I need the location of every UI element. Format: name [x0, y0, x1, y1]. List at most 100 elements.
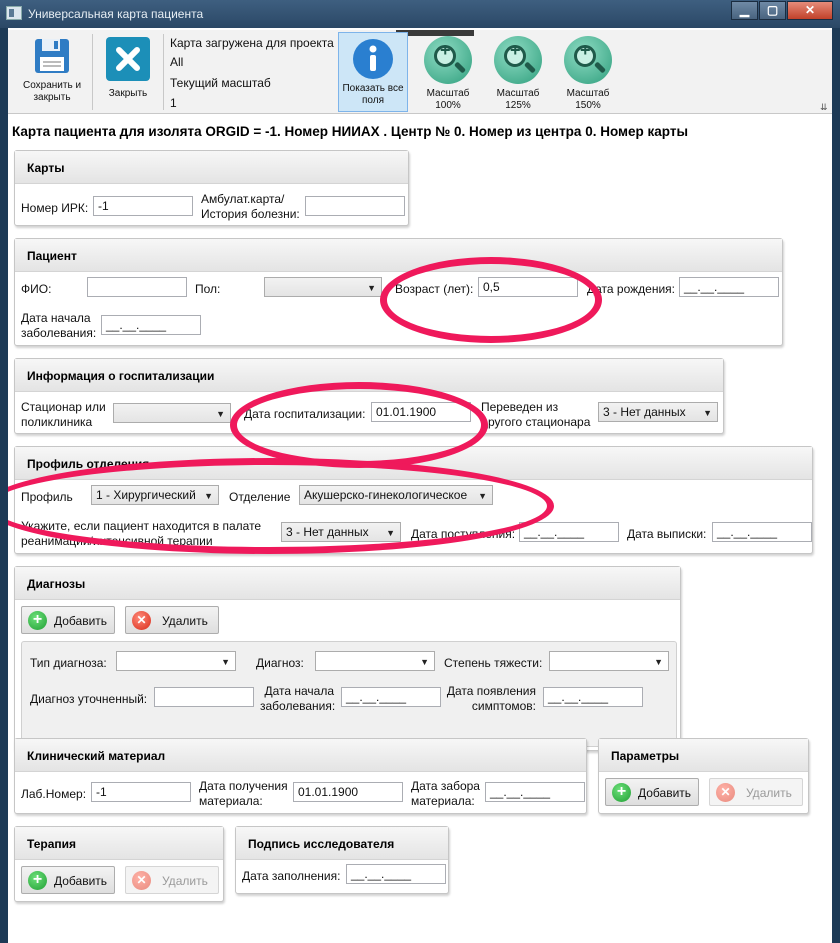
department-panel: Профиль отделения Профиль 1 - Хирургичес… — [14, 446, 813, 554]
diagnosis-label: Диагноз: — [256, 656, 304, 670]
add-therapy-button[interactable]: + Добавить — [21, 866, 115, 894]
zoom-100-button[interactable]: Масштаб 100% — [416, 36, 480, 112]
project-name: All — [170, 55, 184, 69]
delete-x-icon: ✕ — [132, 871, 151, 890]
ribbon-separator — [163, 34, 164, 110]
add-diagnosis-button[interactable]: + Добавить — [21, 606, 115, 634]
chevron-down-icon: ▼ — [367, 283, 376, 293]
minimize-button[interactable]: ▁ — [731, 1, 758, 20]
icu-select[interactable]: 3 - Нет данных ▼ — [281, 522, 401, 542]
zoom-150-button[interactable]: Масштаб 150% — [556, 36, 620, 112]
transfer-select[interactable]: 3 - Нет данных ▼ — [598, 402, 718, 422]
save-close-button[interactable]: Сохранить и закрыть — [16, 36, 88, 104]
delete-x-icon: ✕ — [716, 783, 735, 802]
sex-label: Пол: — [195, 282, 221, 296]
chevron-down-icon: ▼ — [204, 491, 213, 501]
signature-panel-title: Подпись исследователя — [236, 827, 448, 860]
diagnosis-details: Тип диагноза: ▼ Диагноз: ▼ Степень тяжес… — [21, 641, 677, 747]
zoom-125-button[interactable]: Масштаб 125% — [486, 36, 550, 112]
sex-select[interactable]: ▼ — [264, 277, 382, 297]
patient-panel-title: Пациент — [15, 239, 782, 272]
delete-diagnosis-button[interactable]: ✕ Удалить — [125, 606, 219, 634]
stac-select[interactable]: ▼ — [113, 403, 231, 423]
age-input[interactable]: 0,5 — [478, 277, 578, 297]
scale-value: 1 — [170, 96, 177, 110]
zoom-150-label: Масштаб 150% — [566, 88, 610, 111]
symptoms-date-input[interactable]: __.__.____ — [543, 687, 643, 707]
delete-parameter-button[interactable]: ✕ Удалить — [709, 778, 803, 806]
patient-panel: Пациент ФИО: Пол: ▼ Возраст (лет): 0,5 Д… — [14, 238, 783, 346]
close-x-icon — [106, 37, 150, 81]
info-icon — [353, 39, 393, 79]
zoom-100-label: Масштаб 100% — [426, 88, 470, 111]
zoom-in-icon — [564, 36, 612, 84]
zoom-in-icon — [424, 36, 472, 84]
diagnosis-type-select[interactable]: ▼ — [116, 651, 236, 671]
admit-date-label: Дата поступления: — [411, 527, 516, 541]
receive-date-input[interactable]: 01.01.1900 — [293, 782, 403, 802]
diagnosis-type-label: Тип диагноза: — [30, 656, 107, 670]
lab-number-input[interactable]: -1 — [91, 782, 191, 802]
show-all-label: Показать все поля — [342, 83, 404, 106]
diag-onset-input[interactable]: __.__.____ — [341, 687, 441, 707]
window-client: Сохранить и закрыть Закрыть Карта загруж… — [8, 28, 832, 943]
diagnoses-panel: Диагнозы + Добавить ✕ Удалить Тип диагноза… — [14, 566, 681, 751]
stac-label: Стационар или поликлиника — [21, 400, 106, 429]
irk-number-input[interactable]: -1 — [93, 196, 193, 216]
receive-date-label: Дата получения материала: — [199, 779, 288, 808]
therapy-panel: Терапия + Добавить ✕ Удалить — [14, 826, 224, 902]
chevron-down-icon: ▼ — [703, 408, 712, 418]
onset-date-input[interactable]: __.__.____ — [101, 315, 201, 335]
severity-select[interactable]: ▼ — [549, 651, 669, 671]
ribbon-collapse-icon[interactable]: ⇊ — [820, 102, 828, 113]
chevron-down-icon: ▼ — [478, 491, 487, 501]
ambul-card-input[interactable] — [305, 196, 405, 216]
chevron-down-icon: ▼ — [216, 409, 225, 419]
fio-label: ФИО: — [21, 282, 52, 296]
cards-panel-title: Карты — [15, 151, 408, 184]
window-title: Универсальная карта пациента — [28, 7, 204, 21]
project-info: Карта загружена для проекта — [170, 36, 334, 50]
clinical-material-title: Клинический материал — [15, 739, 586, 772]
delete-therapy-button[interactable]: ✕ Удалить — [125, 866, 219, 894]
clinical-material-panel: Клинический материал Лаб.Номер: -1 Дата … — [14, 738, 587, 814]
department-select[interactable]: Акушерско-гинекологическое ▼ — [299, 485, 493, 505]
admit-date-input[interactable]: __.__.____ — [519, 522, 619, 542]
parameters-panel-title: Параметры — [599, 739, 808, 772]
save-close-label: Сохранить и закрыть — [22, 80, 82, 103]
refined-diagnosis-input[interactable] — [154, 687, 254, 707]
fill-date-input[interactable]: __.__.____ — [346, 864, 446, 884]
chevron-down-icon: ▼ — [654, 657, 663, 667]
ribbon-toolbar: Сохранить и закрыть Закрыть Карта загруж… — [8, 30, 832, 114]
lab-number-label: Лаб.Номер: — [21, 787, 87, 801]
fill-date-label: Дата заполнения: — [242, 869, 341, 883]
dob-label: Дата рождения: — [587, 282, 675, 296]
close-window-button[interactable]: ✕ — [787, 1, 833, 20]
page-title: Карта пациента для изолята ORGID = -1. Н… — [12, 124, 688, 139]
add-parameter-button[interactable]: + Добавить — [605, 778, 699, 806]
show-all-fields-button[interactable]: Показать все поля — [338, 32, 408, 112]
fio-input[interactable] — [87, 277, 187, 297]
close-card-button[interactable]: Закрыть — [98, 36, 158, 100]
signature-panel: Подпись исследователя Дата заполнения: _… — [235, 826, 449, 894]
irk-label: Номер ИРК: — [21, 201, 89, 215]
therapy-panel-title: Терапия — [15, 827, 223, 860]
chevron-down-icon: ▼ — [386, 528, 395, 538]
ribbon-separator — [92, 34, 93, 110]
dob-input[interactable]: __.__.____ — [679, 277, 779, 297]
app-icon — [6, 6, 22, 20]
symptoms-label: Дата появления симптомов: — [446, 684, 536, 713]
diagnoses-panel-title: Диагнозы — [15, 567, 680, 600]
plus-icon: + — [612, 783, 631, 802]
take-date-input[interactable]: __.__.____ — [485, 782, 585, 802]
scale-label: Текущий масштаб — [170, 76, 271, 90]
maximize-button[interactable]: ▢ — [759, 1, 786, 20]
close-card-label: Закрыть — [108, 88, 148, 99]
take-date-label: Дата забора материала: — [411, 779, 480, 808]
diagnosis-select[interactable]: ▼ — [315, 651, 435, 671]
hospitalization-panel: Информация о госпитализации Стационар ил… — [14, 358, 724, 434]
profile-select[interactable]: 1 - Хирургический ▼ — [91, 485, 219, 505]
hosp-date-input[interactable]: 01.01.1900 — [371, 402, 471, 422]
zoom-in-icon — [494, 36, 542, 84]
discharge-date-input[interactable]: __.__.____ — [712, 522, 812, 542]
